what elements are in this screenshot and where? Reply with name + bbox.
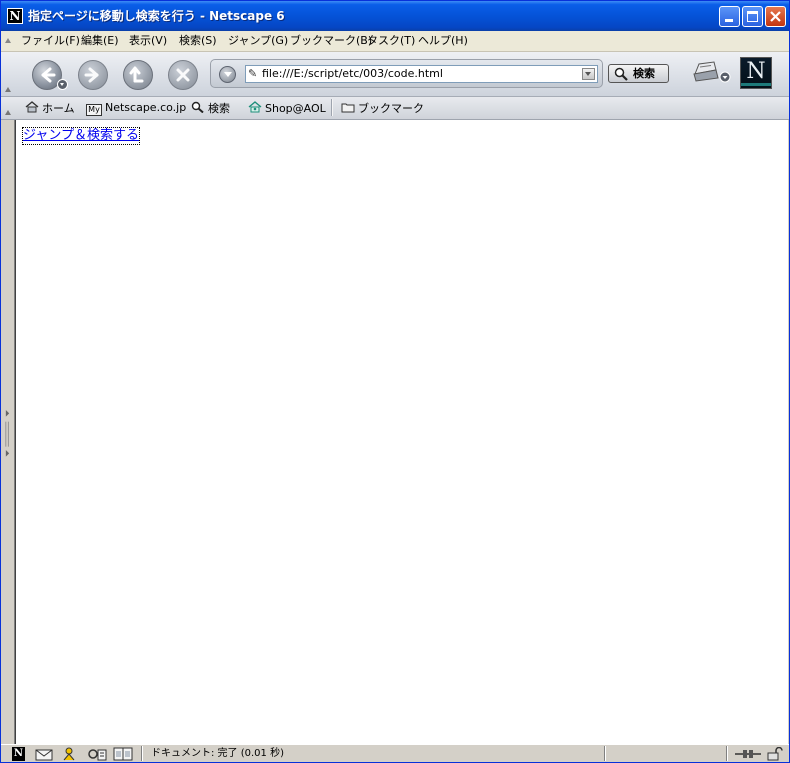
bookmark-shop-label: Shop@AOL — [265, 102, 326, 115]
minimize-icon — [725, 19, 733, 22]
bookmark-netscape-label: Netscape.co.jp — [105, 101, 187, 114]
bookmark-search-label: 検索 — [208, 102, 230, 115]
my-netscape-icon: My — [86, 104, 102, 116]
print-button[interactable] — [692, 58, 731, 83]
stop-button[interactable] — [168, 60, 198, 90]
forward-arrow-icon — [84, 67, 99, 83]
netscape-logo[interactable]: N — [740, 57, 772, 89]
search-button[interactable]: 検索 — [608, 64, 669, 83]
page-content: ジャンプ＆検索する — [15, 120, 788, 744]
sidebar-collapsed-edge[interactable] — [1, 120, 15, 744]
bookmarks-menu-label: ブックマーク — [358, 102, 424, 115]
title-bar[interactable]: N 指定ページに移動し検索を行う - Netscape 6 — [1, 1, 789, 31]
magnifier-icon — [614, 67, 628, 84]
menu-bar: ファイル(F) 編集(E) 表示(V) 検索(S) ジャンプ(G) ブックマーク… — [1, 31, 789, 52]
back-history-dropdown-icon[interactable] — [57, 79, 68, 90]
menu-search[interactable]: 検索(S) — [179, 34, 217, 48]
url-dropdown-icon[interactable] — [582, 68, 595, 80]
toolbar-separator — [331, 99, 333, 116]
mail-icon[interactable] — [35, 747, 53, 761]
menu-edit[interactable]: 編集(E) — [81, 34, 119, 48]
close-icon — [770, 11, 781, 22]
menu-tasks[interactable]: タスク(T) — [367, 34, 415, 48]
status-separator-2 — [604, 746, 606, 761]
home-icon — [25, 101, 39, 113]
instant-messenger-icon[interactable] — [61, 747, 77, 761]
personal-toolbar: ホーム My Netscape.co.jp 検索 Shop@AOL ブックマーク — [1, 97, 789, 120]
url-text: file:///E:/script/etc/003/code.html — [262, 67, 443, 80]
bookmark-netscape[interactable]: My Netscape.co.jp — [86, 101, 186, 116]
netscape-taskbar-icon[interactable]: N — [12, 747, 25, 761]
online-connection-icon[interactable] — [734, 747, 762, 761]
bookmark-home[interactable]: ホーム — [25, 101, 75, 116]
folder-icon — [341, 103, 355, 113]
page-proxy-icon[interactable]: ✎ — [248, 68, 260, 80]
status-separator — [141, 746, 143, 761]
reload-button[interactable] — [123, 60, 153, 90]
bookmark-home-label: ホーム — [42, 102, 75, 115]
window-title: 指定ページに移動し検索を行う - Netscape 6 — [28, 9, 285, 23]
jump-and-search-link[interactable]: ジャンプ＆検索する — [22, 127, 140, 145]
menu-bar-grip-icon[interactable] — [5, 38, 11, 43]
url-history-dropdown-icon[interactable] — [219, 66, 236, 83]
minimize-button[interactable] — [719, 6, 740, 27]
menu-view[interactable]: 表示(V) — [129, 34, 167, 48]
menu-file[interactable]: ファイル(F) — [21, 34, 80, 48]
status-bar: N ドキュメント: 完了 (0.01 秒) — [1, 744, 789, 762]
browser-window: N 指定ページに移動し検索を行う - Netscape 6 ファイル(F) 編集… — [0, 0, 790, 763]
shop-house-icon — [248, 101, 262, 113]
menu-go[interactable]: ジャンプ(G) — [228, 34, 288, 48]
url-input[interactable]: ✎ file:///E:/script/etc/003/code.html — [245, 65, 598, 83]
reload-icon — [129, 66, 144, 83]
sidebar-grip-icon[interactable] — [5, 405, 10, 465]
url-bar-container: ✎ file:///E:/script/etc/003/code.html — [210, 59, 603, 88]
search-icon — [191, 101, 204, 113]
status-text: ドキュメント: 完了 (0.01 秒) — [151, 748, 284, 759]
address-book-icon[interactable] — [113, 747, 133, 761]
search-button-label: 検索 — [633, 67, 655, 80]
composer-icon[interactable] — [87, 747, 107, 761]
close-button[interactable] — [765, 6, 786, 27]
menu-help[interactable]: ヘルプ(H) — [418, 34, 468, 48]
bookmark-search[interactable]: 検索 — [191, 101, 230, 116]
maximize-icon — [747, 11, 758, 22]
status-separator-3 — [726, 746, 728, 761]
security-lock-icon[interactable] — [767, 747, 783, 761]
bookmarks-menu-button[interactable]: ブックマーク — [341, 101, 424, 116]
bookmark-shop[interactable]: Shop@AOL — [248, 101, 326, 116]
personal-toolbar-grip-icon[interactable] — [5, 110, 11, 115]
maximize-button[interactable] — [742, 6, 763, 27]
forward-button[interactable] — [78, 60, 108, 90]
navigation-toolbar-grip-icon[interactable] — [5, 87, 11, 92]
menu-bookmarks[interactable]: ブックマーク(B) — [290, 34, 372, 48]
printer-icon — [693, 61, 731, 83]
netscape-app-icon[interactable]: N — [7, 8, 23, 24]
stop-icon — [176, 68, 190, 82]
